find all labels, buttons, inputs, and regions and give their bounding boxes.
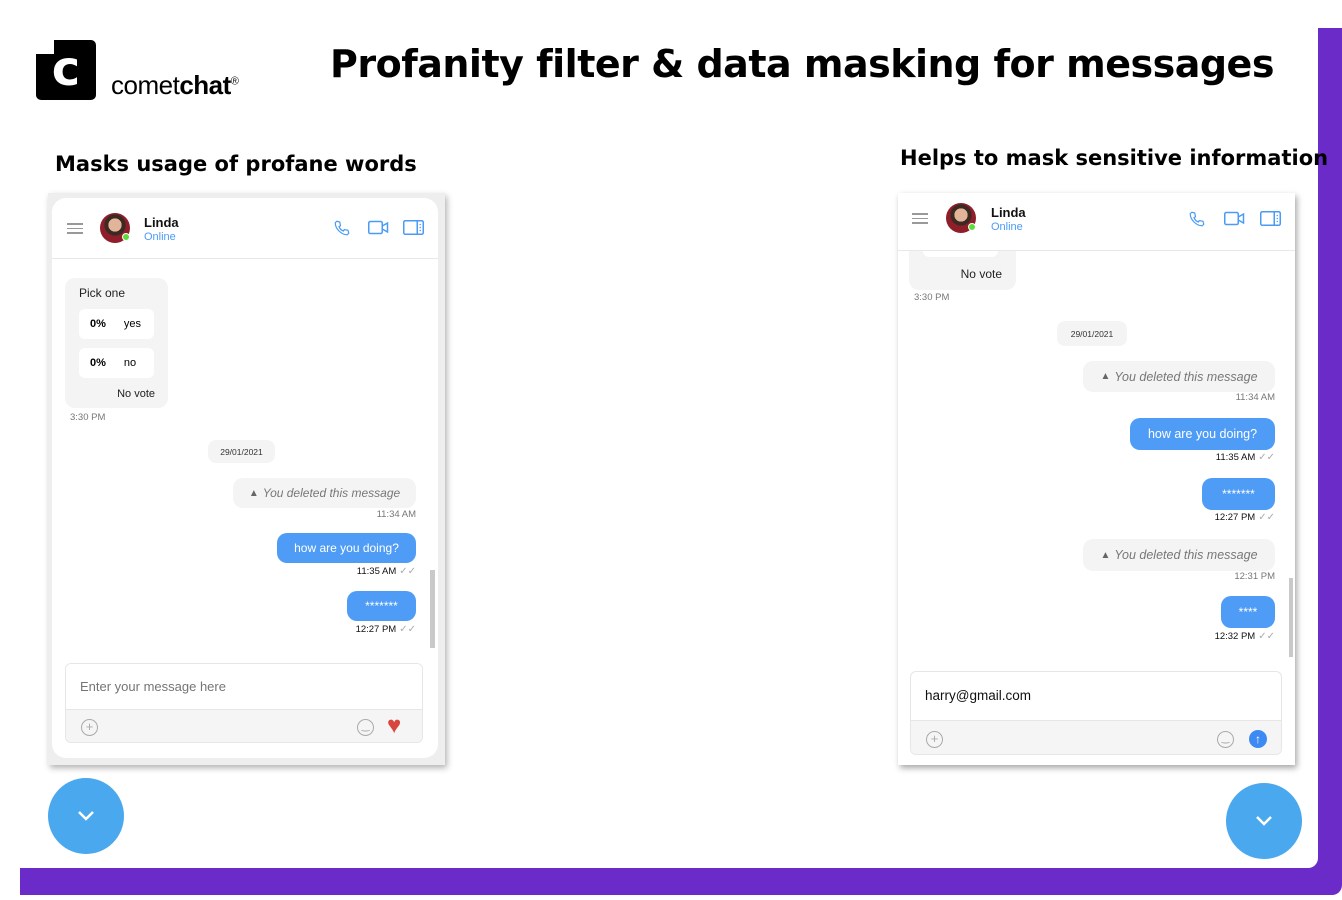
logo-notch xyxy=(36,40,54,54)
read-receipt-icon: ✓✓ xyxy=(399,624,416,635)
warning-icon: ▲ xyxy=(1100,371,1111,382)
sent-message[interactable]: how are you doing? xyxy=(1130,418,1275,450)
deleted-message: ▲ You deleted this message xyxy=(1083,539,1275,571)
composer-toolbar: + ‿ ♥ xyxy=(66,709,422,742)
warning-icon: ▲ xyxy=(1100,549,1111,561)
poll-option xyxy=(923,251,998,257)
poll-percent: 0% xyxy=(90,357,106,369)
phone-icon[interactable] xyxy=(333,219,351,237)
brand-registered: ® xyxy=(230,75,239,88)
message-time: 12:32 PM xyxy=(1214,631,1256,642)
poll-footer: No vote xyxy=(117,388,155,400)
brand-name: cometchat® xyxy=(111,70,239,101)
poll-footer: No vote xyxy=(960,267,1002,281)
masked-message[interactable]: ******* xyxy=(1202,478,1275,510)
page-title: Profanity filter & data masking for mess… xyxy=(330,42,1274,86)
menu-icon[interactable] xyxy=(912,213,928,224)
deleted-message: ▲ You deleted this message xyxy=(1083,361,1275,392)
read-receipt-icon: ✓✓ xyxy=(1258,452,1275,463)
poll-question: Pick one xyxy=(79,286,126,300)
read-receipt-icon: ✓✓ xyxy=(1258,512,1275,523)
add-attachment-icon[interactable]: + xyxy=(81,719,98,736)
message-time: 11:34 AM xyxy=(376,509,416,520)
add-attachment-icon[interactable]: + xyxy=(926,731,943,748)
message-time: 12:27 PM xyxy=(355,624,397,635)
chevron-down-icon xyxy=(78,811,94,821)
left-chat-window: Linda Online Pick one 0% yes 0% no No vote… xyxy=(52,198,438,758)
masked-message[interactable]: **** xyxy=(1221,596,1275,628)
poll-label: no xyxy=(123,357,137,369)
read-receipt-icon: ✓✓ xyxy=(1258,631,1275,642)
right-chat-window: Linda Online No vote 3:30 PM 29/01/2021 … xyxy=(898,193,1295,765)
message-input[interactable] xyxy=(66,664,422,709)
date-separator: 29/01/2021 xyxy=(208,440,275,463)
contact-status: Online xyxy=(144,231,176,243)
message-time: 11:35 AM xyxy=(356,566,397,577)
menu-icon[interactable] xyxy=(67,223,83,234)
deleted-text: You deleted this message xyxy=(262,486,401,500)
video-icon[interactable] xyxy=(1224,211,1245,226)
deleted-text: You deleted this message xyxy=(1114,369,1258,384)
emoji-icon[interactable]: ‿ xyxy=(357,719,374,736)
composer: harry@gmail.com + ‿ ↑ xyxy=(910,671,1282,755)
heart-icon[interactable]: ♥ xyxy=(387,712,401,740)
scroll-down-button-right[interactable] xyxy=(1226,783,1302,859)
message-time: 12:27 PM xyxy=(1214,512,1256,523)
masked-message[interactable]: ******* xyxy=(347,591,416,621)
message-time: 12:31 PM xyxy=(1234,571,1275,582)
composer: + ‿ ♥ xyxy=(65,663,423,743)
poll-label: yes xyxy=(123,318,142,330)
message-time: 11:34 AM xyxy=(1235,392,1275,403)
date-separator: 29/01/2021 xyxy=(1057,321,1127,346)
composer-toolbar: + ‿ ↑ xyxy=(911,720,1281,754)
message-time: 3:30 PM xyxy=(914,292,950,303)
video-icon[interactable] xyxy=(368,220,389,235)
scrollbar[interactable] xyxy=(430,570,435,648)
online-indicator xyxy=(122,233,130,241)
deleted-message: ▲ You deleted this message xyxy=(233,478,416,508)
contact-name: Linda xyxy=(991,205,1026,220)
warning-icon: ▲ xyxy=(248,487,259,499)
poll-percent: 0% xyxy=(90,318,106,330)
poll-option-no[interactable]: 0% no xyxy=(79,348,154,378)
poll-message: No vote xyxy=(909,251,1016,290)
phone-icon[interactable] xyxy=(1188,210,1206,228)
contact-status: Online xyxy=(991,221,1023,233)
scroll-down-button-left[interactable] xyxy=(48,778,124,854)
brand-light: comet xyxy=(111,70,180,100)
emoji-icon[interactable]: ‿ xyxy=(1217,731,1234,748)
send-button[interactable]: ↑ xyxy=(1249,730,1267,748)
left-caption: Masks usage of profane words xyxy=(55,152,417,176)
poll-option-yes[interactable]: 0% yes xyxy=(79,309,154,339)
online-indicator xyxy=(968,223,976,231)
message-time: 11:35 AM xyxy=(1215,452,1256,463)
read-receipt-icon: ✓✓ xyxy=(399,566,416,577)
message-input[interactable]: harry@gmail.com xyxy=(925,688,1031,703)
right-caption: Helps to mask sensitive information xyxy=(900,146,1329,170)
sent-message[interactable]: how are you doing? xyxy=(277,533,416,563)
contact-name: Linda xyxy=(144,215,179,230)
deleted-text: You deleted this message xyxy=(1114,548,1258,562)
details-panel-icon[interactable] xyxy=(1260,211,1281,226)
poll-message: Pick one 0% yes 0% no No vote xyxy=(65,278,168,408)
brand-bold: chat xyxy=(179,70,231,100)
message-time: 3:30 PM xyxy=(70,412,106,423)
header-divider xyxy=(52,258,438,259)
details-panel-icon[interactable] xyxy=(403,220,424,235)
scrollbar[interactable] xyxy=(1289,578,1293,657)
chevron-down-icon xyxy=(1256,816,1272,826)
